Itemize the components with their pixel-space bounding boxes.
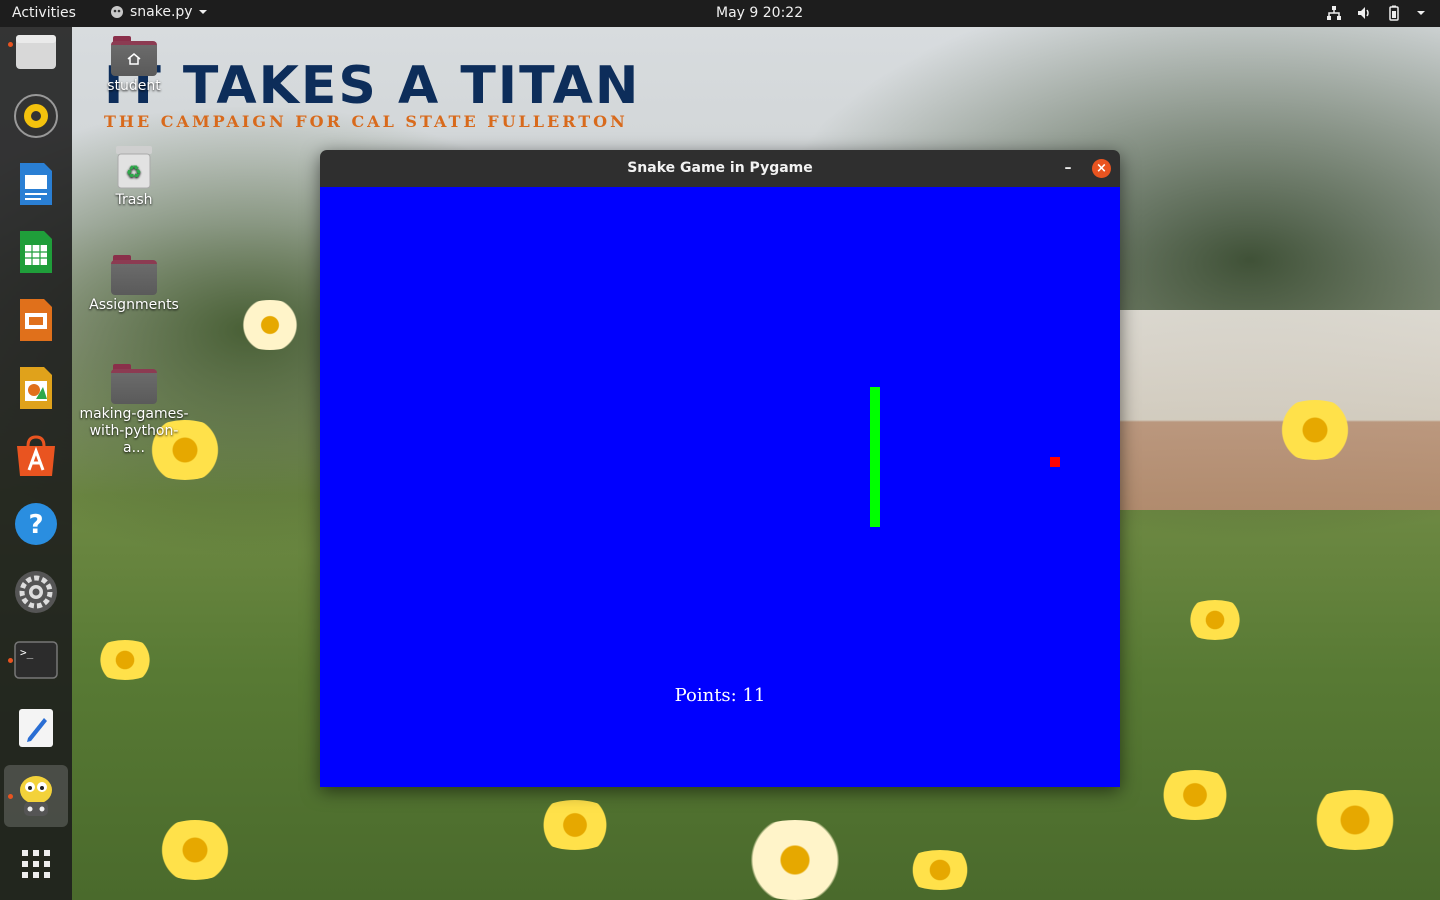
- dock-software[interactable]: [4, 425, 68, 487]
- svg-text:♻: ♻: [126, 162, 142, 183]
- wallpaper-flower: [1270, 400, 1360, 460]
- running-indicator: [8, 42, 13, 47]
- dock-rhythmbox[interactable]: [4, 85, 68, 147]
- trash-icon: ♻: [116, 146, 152, 189]
- dock-writer[interactable]: [4, 153, 68, 215]
- wallpaper-banner-subtitle: THE CAMPAIGN FOR CAL STATE FULLERTON: [104, 112, 628, 131]
- settings-icon: [15, 571, 57, 613]
- snake: [870, 387, 880, 527]
- dock-show-apps[interactable]: [4, 833, 68, 895]
- game-canvas[interactable]: Points: 11: [320, 187, 1120, 787]
- wallpaper-flower: [900, 850, 980, 890]
- wallpaper-flower: [1150, 770, 1240, 820]
- system-tray[interactable]: [1326, 5, 1426, 21]
- close-button[interactable]: ×: [1092, 159, 1111, 178]
- wallpaper-flower: [730, 820, 860, 900]
- minimize-button[interactable]: –: [1058, 158, 1078, 178]
- pygame-icon: [20, 776, 52, 816]
- activities-button[interactable]: Activities: [12, 5, 76, 21]
- desktop-icon-label-line2: with-python-a...: [89, 423, 179, 456]
- folder-icon: [111, 364, 157, 404]
- dock-draw[interactable]: [4, 357, 68, 419]
- svg-text:?: ?: [28, 510, 43, 540]
- draw-icon: [20, 367, 52, 409]
- wallpaper-flower: [230, 300, 310, 350]
- chevron-down-icon: [198, 10, 207, 14]
- dock-files[interactable]: [4, 20, 68, 82]
- desktop-icon-assignments[interactable]: Assignments: [79, 255, 189, 314]
- clock[interactable]: May 9 20:22: [716, 5, 803, 21]
- pygame-snake-icon: [111, 6, 123, 18]
- window-titlebar[interactable]: Snake Game in Pygame – ×: [320, 150, 1120, 187]
- wallpaper-flower: [90, 640, 160, 680]
- dock-settings[interactable]: [4, 561, 68, 623]
- dock-text-editor[interactable]: [4, 697, 68, 759]
- desktop-icon-making-games[interactable]: making-games- with-python-a...: [79, 364, 189, 457]
- desktop-icon-label: Assignments: [89, 297, 179, 313]
- top-bar: Activities snake.py May 9 20:22: [0, 0, 1440, 27]
- desktop-icon-label: student: [107, 78, 161, 94]
- wallpaper-flower: [1180, 600, 1250, 640]
- desktop-icon-student[interactable]: student: [79, 36, 189, 95]
- window-title: Snake Game in Pygame: [627, 160, 813, 176]
- writer-icon: [20, 163, 52, 205]
- dock: ? >_: [0, 27, 72, 900]
- dock-help[interactable]: ?: [4, 493, 68, 555]
- text-editor-icon: [19, 709, 53, 747]
- desktop-icon-label: Trash: [115, 192, 153, 208]
- volume-icon[interactable]: [1356, 5, 1372, 21]
- food: [1050, 457, 1060, 467]
- show-apps-icon: [22, 850, 50, 878]
- home-folder-icon: [111, 36, 157, 76]
- dock-impress[interactable]: [4, 289, 68, 351]
- home-icon: [127, 53, 141, 65]
- wallpaper-flower: [530, 800, 620, 850]
- dock-calc[interactable]: [4, 221, 68, 283]
- running-indicator: [8, 794, 13, 799]
- running-indicator: [8, 658, 13, 663]
- app-menu[interactable]: snake.py: [109, 4, 208, 20]
- calc-icon: [20, 231, 52, 273]
- folder-icon: [111, 255, 157, 295]
- chevron-down-icon[interactable]: [1416, 9, 1426, 17]
- rhythmbox-icon: [14, 94, 58, 138]
- files-icon: [16, 35, 56, 69]
- impress-icon: [20, 299, 52, 341]
- svg-text:>_: >_: [20, 646, 34, 659]
- wallpaper-flower: [150, 820, 240, 880]
- terminal-icon: >_: [14, 641, 58, 679]
- battery-icon[interactable]: [1386, 5, 1402, 21]
- app-menu-label: snake.py: [130, 4, 193, 20]
- network-icon[interactable]: [1326, 5, 1342, 21]
- software-icon: [17, 435, 55, 476]
- desktop-icon-trash[interactable]: ♻ Trash: [79, 144, 189, 209]
- dock-terminal[interactable]: >_: [4, 629, 68, 691]
- desktop-icon-label: making-games-: [79, 406, 189, 422]
- dock-pygame[interactable]: [4, 765, 68, 827]
- points-label: Points: 11: [674, 685, 766, 706]
- game-window[interactable]: Snake Game in Pygame – × Points: 11: [320, 150, 1120, 787]
- help-icon: ?: [15, 503, 57, 545]
- wallpaper-flower: [1300, 790, 1410, 850]
